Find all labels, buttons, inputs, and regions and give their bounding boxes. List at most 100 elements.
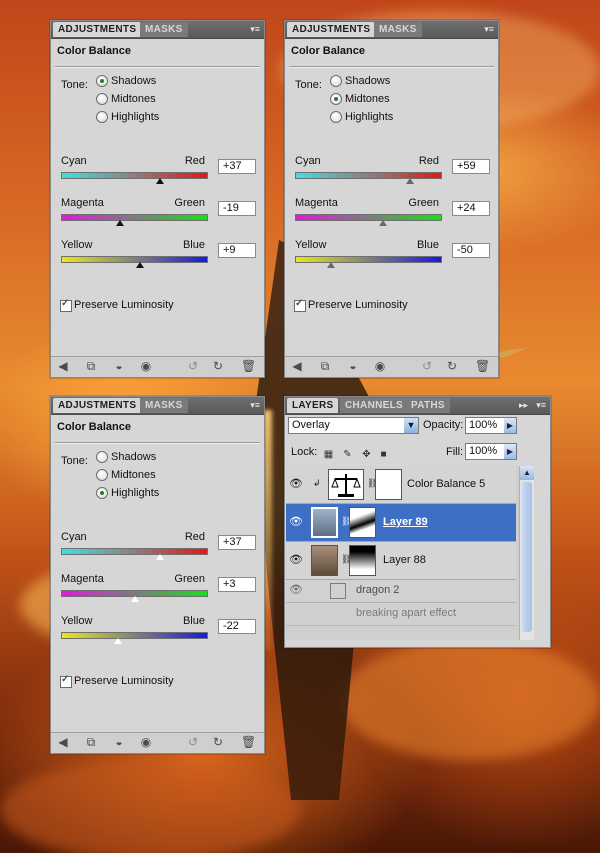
slider-thumb[interactable] <box>406 178 414 184</box>
slider-thumb[interactable] <box>136 262 144 268</box>
lock-all-icon[interactable]: ■ <box>378 449 389 460</box>
tab-channels[interactable]: CHANNELS <box>340 398 408 413</box>
preserve-luminosity-checkbox[interactable] <box>60 674 72 688</box>
tab-layers[interactable]: LAYERS <box>287 398 339 413</box>
chevron-right-icon[interactable]: ▶ <box>504 444 516 459</box>
scroll-up-icon[interactable]: ▲ <box>520 466 534 480</box>
slider-track[interactable] <box>61 214 208 221</box>
radio-button[interactable] <box>96 75 108 87</box>
layer-name: Layer 89 <box>383 516 428 528</box>
eye-icon[interactable]: 👁 <box>289 553 303 567</box>
slider-value-input[interactable]: +59 <box>452 159 490 174</box>
layer-row-layer-89[interactable]: 👁 ⛓ Layer 89 <box>286 504 516 542</box>
layers-scrollbar[interactable]: ▲ <box>519 466 534 640</box>
layer-row-breaking-apart[interactable]: breaking apart effect <box>286 603 516 626</box>
eye-icon[interactable]: ◉ <box>373 360 387 373</box>
fill-input[interactable]: 100% ▶ <box>465 443 517 460</box>
slider-track[interactable] <box>61 632 208 639</box>
radio-button[interactable] <box>96 469 108 481</box>
clip-to-layer-icon[interactable]: ◒ <box>346 360 360 373</box>
expand-view-icon[interactable]: ⧉ <box>318 360 332 373</box>
slider-thumb[interactable] <box>131 596 139 602</box>
lock-transparent-icon[interactable]: ▦ <box>323 449 334 460</box>
scroll-thumb[interactable] <box>522 482 532 632</box>
tab-adjustments[interactable]: ADJUSTMENTS <box>287 22 376 37</box>
blend-mode-select[interactable]: Overlay ▼ <box>288 417 419 434</box>
lock-position-icon[interactable]: ✥ <box>361 449 372 460</box>
slider-value-input[interactable]: -50 <box>452 243 490 258</box>
trash-icon[interactable]: 🗑 <box>241 360 256 373</box>
reset-icon[interactable]: ↻ <box>211 360 225 373</box>
slider-track[interactable] <box>61 256 208 263</box>
slider-track[interactable] <box>295 214 442 221</box>
scale-balance-icon <box>331 474 361 497</box>
tab-paths[interactable]: PATHS <box>406 398 450 413</box>
slider-value-input[interactable]: -22 <box>218 619 256 634</box>
clip-to-layer-icon[interactable]: ◒ <box>112 736 126 749</box>
preserve-luminosity-checkbox[interactable] <box>294 298 306 312</box>
chevron-down-icon[interactable]: ▼ <box>404 418 418 433</box>
slider-thumb[interactable] <box>156 554 164 560</box>
expand-view-icon[interactable]: ⧉ <box>84 736 98 749</box>
chevron-right-icon[interactable]: ▶ <box>504 418 516 433</box>
tab-adjustments[interactable]: ADJUSTMENTS <box>53 22 142 37</box>
slider-thumb[interactable] <box>379 220 387 226</box>
slider-yellow-blue: Yellow Blue -50 <box>295 239 491 279</box>
slider-thumb[interactable] <box>116 220 124 226</box>
back-arrow-icon[interactable]: ◀ <box>56 360 70 373</box>
panel-menu-icon[interactable]: ▾≡ <box>480 24 494 34</box>
radio-button[interactable] <box>96 451 108 463</box>
tab-masks[interactable]: MASKS <box>374 22 422 37</box>
layer-row-color-balance[interactable]: 👁 ↲ ⛓ Color Balance 5 <box>286 466 516 504</box>
eye-icon[interactable]: 👁 <box>289 515 303 529</box>
slider-thumb[interactable] <box>156 178 164 184</box>
slider-value-input[interactable]: +24 <box>452 201 490 216</box>
panel-menu-icon[interactable]: ▾≡ <box>246 400 260 410</box>
slider-value-input[interactable]: +3 <box>218 577 256 592</box>
layer-row-layer-88[interactable]: 👁 ⛓ Layer 88 <box>286 542 516 580</box>
back-arrow-icon[interactable]: ◀ <box>290 360 304 373</box>
slider-thumb[interactable] <box>114 638 122 644</box>
tab-masks[interactable]: MASKS <box>140 22 188 37</box>
radio-button[interactable] <box>96 111 108 123</box>
slider-value-input[interactable]: +37 <box>218 535 256 550</box>
preserve-luminosity-checkbox[interactable] <box>60 298 72 312</box>
slider-track[interactable] <box>61 548 208 555</box>
slider-value-input[interactable]: -19 <box>218 201 256 216</box>
reset-icon[interactable]: ↻ <box>445 360 459 373</box>
radio-button[interactable] <box>330 111 342 123</box>
radio-button[interactable] <box>330 93 342 105</box>
reset-icon[interactable]: ↻ <box>211 736 225 749</box>
slider-track[interactable] <box>61 172 208 179</box>
trash-icon[interactable]: 🗑 <box>241 736 256 749</box>
view-previous-icon[interactable]: ↺ <box>420 360 434 373</box>
panel-menu-icon[interactable]: ▾≡ <box>246 24 260 34</box>
trash-icon[interactable]: 🗑 <box>475 360 490 373</box>
slider-thumb[interactable] <box>327 262 335 268</box>
view-previous-icon[interactable]: ↺ <box>186 736 200 749</box>
blend-mode-value: Overlay <box>292 419 330 431</box>
clip-to-layer-icon[interactable]: ◒ <box>112 360 126 373</box>
slider-value-input[interactable]: +9 <box>218 243 256 258</box>
lock-image-icon[interactable]: ✎ <box>342 449 353 460</box>
layer-row-dragon-2[interactable]: 👁 dragon 2 <box>286 580 516 603</box>
back-arrow-icon[interactable]: ◀ <box>56 736 70 749</box>
slider-value-input[interactable]: +37 <box>218 159 256 174</box>
expand-view-icon[interactable]: ⧉ <box>84 360 98 373</box>
slider-track[interactable] <box>295 256 442 263</box>
collapse-icon[interactable]: ▸▸ <box>514 400 528 410</box>
radio-button[interactable] <box>96 487 108 499</box>
eye-icon[interactable]: ◉ <box>139 736 153 749</box>
panel-menu-icon[interactable]: ▾≡ <box>532 400 546 410</box>
eye-icon[interactable]: ◉ <box>139 360 153 373</box>
tab-adjustments[interactable]: ADJUSTMENTS <box>53 398 142 413</box>
radio-button[interactable] <box>330 75 342 87</box>
slider-cyan-red: Cyan Red +37 <box>61 531 257 571</box>
eye-icon[interactable]: 👁 <box>289 477 303 491</box>
slider-track[interactable] <box>295 172 442 179</box>
radio-button[interactable] <box>96 93 108 105</box>
tab-masks[interactable]: MASKS <box>140 398 188 413</box>
eye-icon[interactable]: 👁 <box>289 583 303 597</box>
view-previous-icon[interactable]: ↺ <box>186 360 200 373</box>
opacity-input[interactable]: 100% ▶ <box>465 417 517 434</box>
